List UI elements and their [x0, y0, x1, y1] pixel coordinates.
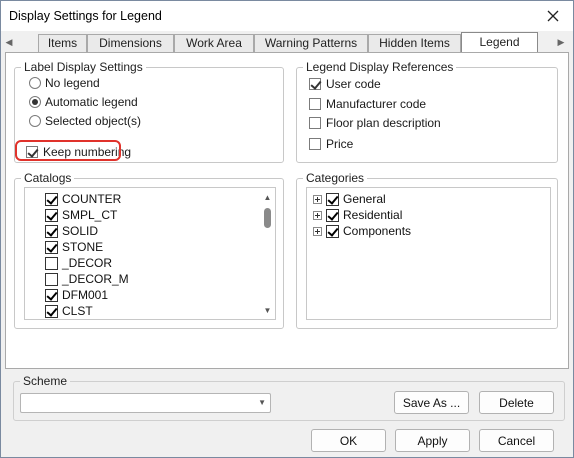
tab-dimensions[interactable]: Dimensions [87, 34, 174, 52]
checkbox[interactable] [326, 208, 339, 222]
list-item-label: _DECOR_M [62, 272, 129, 286]
list-item-label: _DECOR [62, 256, 113, 270]
checkbox[interactable] [45, 304, 58, 318]
keep-numbering-highlight [15, 140, 121, 161]
checkbox-manufacturer-code[interactable]: Manufacturer code [309, 96, 426, 112]
list-item-label: CLST [62, 304, 93, 318]
checkbox[interactable] [326, 224, 339, 238]
checkbox-label: Price [326, 137, 354, 151]
radio-label: Automatic legend [45, 95, 138, 109]
checkbox[interactable] [326, 192, 339, 206]
radio-no-legend[interactable]: No legend [29, 75, 100, 91]
checkbox[interactable] [45, 288, 58, 302]
list-item[interactable]: SOLID [45, 223, 98, 239]
radio-selected-objects[interactable]: Selected object(s) [29, 113, 141, 129]
group-title-legend-refs: Legend Display References [303, 60, 457, 74]
list-item-label: SMPL_CT [62, 208, 118, 222]
checkbox[interactable] [309, 98, 321, 110]
radio-label: Selected object(s) [45, 114, 142, 128]
legend-display-references-group: Legend Display References User code Manu… [296, 60, 558, 163]
delete-button[interactable]: Delete [479, 391, 554, 414]
expand-icon[interactable] [313, 210, 322, 220]
categories-tree[interactable]: General Residential Components [306, 187, 551, 320]
catalogs-list[interactable]: COUNTER SMPL_CT SOLID STONE _DECOR _DECO… [24, 187, 276, 320]
tab-strip: ◀ Items Dimensions Work Area Warning Pat… [1, 32, 573, 53]
list-item-label: STONE [62, 240, 104, 254]
triangle-down-icon: ▼ [263, 305, 272, 315]
window-title: Display Settings for Legend [9, 9, 162, 23]
cancel-button[interactable]: Cancel [479, 429, 554, 452]
tab-work-area[interactable]: Work Area [174, 34, 254, 52]
checkbox[interactable] [45, 192, 58, 206]
radio-label: No legend [45, 76, 100, 90]
group-title-scheme: Scheme [20, 374, 71, 388]
tree-item-residential[interactable]: Residential [313, 207, 402, 223]
catalogs-scrollbar[interactable]: ▲ ▼ [260, 188, 275, 319]
list-item-label: COUNTER [62, 192, 122, 206]
legend-tab-panel: Label Display Settings No legend Automat… [5, 52, 569, 369]
list-item-label: SOLID [62, 224, 99, 238]
group-title-label-display: Label Display Settings [21, 60, 146, 74]
group-title-catalogs: Catalogs [21, 171, 75, 185]
dropdown-caret-icon: ▼ [258, 398, 266, 407]
categories-group: Categories General Residential Component… [296, 171, 558, 329]
scroll-up-arrow[interactable]: ▲ [260, 190, 275, 204]
save-as-button[interactable]: Save As ... [394, 391, 469, 414]
checkbox[interactable] [45, 208, 58, 222]
list-item[interactable]: SMPL_CT [45, 207, 117, 223]
tree-item-components[interactable]: Components [313, 223, 411, 239]
group-title-categories: Categories [303, 171, 368, 185]
apply-button[interactable]: Apply [395, 429, 470, 452]
checkbox[interactable] [45, 272, 58, 286]
catalogs-group: Catalogs COUNTER SMPL_CT SOLID STONE _DE… [14, 171, 284, 329]
checkbox-floor-plan-description[interactable]: Floor plan description [309, 115, 441, 131]
triangle-up-icon: ▲ [263, 192, 272, 202]
checkbox-label: Floor plan description [326, 116, 441, 130]
checkbox[interactable] [309, 78, 321, 90]
checkbox-price[interactable]: Price [309, 136, 353, 152]
scroll-down-arrow[interactable]: ▼ [260, 303, 275, 317]
tab-legend[interactable]: Legend [461, 32, 538, 53]
checkbox[interactable] [309, 138, 321, 150]
chevron-left-icon: ◀ [5, 37, 13, 47]
ok-button[interactable]: OK [311, 429, 386, 452]
radio-automatic-legend[interactable]: Automatic legend [29, 94, 138, 110]
radio-button[interactable] [29, 77, 41, 89]
list-item[interactable]: _DECOR_M [45, 271, 129, 287]
radio-button[interactable] [29, 96, 41, 108]
close-button[interactable] [539, 4, 567, 28]
title-bar[interactable]: Display Settings for Legend [1, 1, 573, 31]
checkbox-label: Manufacturer code [326, 97, 427, 111]
list-item-label: DFM001 [62, 288, 109, 302]
tree-item-general[interactable]: General [313, 191, 386, 207]
expand-icon[interactable] [313, 226, 322, 236]
list-item[interactable]: CLST [45, 303, 93, 319]
tab-items[interactable]: Items [38, 34, 87, 52]
tab-scroll-left[interactable]: ◀ [3, 34, 15, 51]
checkbox-user-code[interactable]: User code [309, 76, 381, 92]
tree-item-label: General [343, 192, 386, 206]
tab-warning-patterns[interactable]: Warning Patterns [254, 34, 368, 52]
dialog-window: Display Settings for Legend ◀ Items Dime… [0, 0, 574, 458]
radio-button[interactable] [29, 115, 41, 127]
list-item[interactable]: STONE [45, 239, 103, 255]
checkbox[interactable] [309, 117, 321, 129]
tree-item-label: Residential [343, 208, 403, 222]
scheme-select[interactable]: ▼ [20, 393, 271, 413]
list-item[interactable]: _DECOR [45, 255, 112, 271]
expand-icon[interactable] [313, 194, 322, 204]
scroll-thumb[interactable] [264, 208, 271, 228]
list-item[interactable]: COUNTER [45, 191, 121, 207]
list-item[interactable]: DFM001 [45, 287, 108, 303]
checkbox[interactable] [45, 256, 58, 270]
checkbox[interactable] [45, 224, 58, 238]
tab-scroll-right[interactable]: ▶ [555, 34, 567, 51]
checkbox[interactable] [45, 240, 58, 254]
chevron-right-icon: ▶ [557, 37, 565, 47]
tab-hidden-items[interactable]: Hidden Items [368, 34, 461, 52]
checkbox-label: User code [326, 77, 381, 91]
close-icon [547, 10, 559, 22]
tree-item-label: Components [343, 224, 412, 238]
